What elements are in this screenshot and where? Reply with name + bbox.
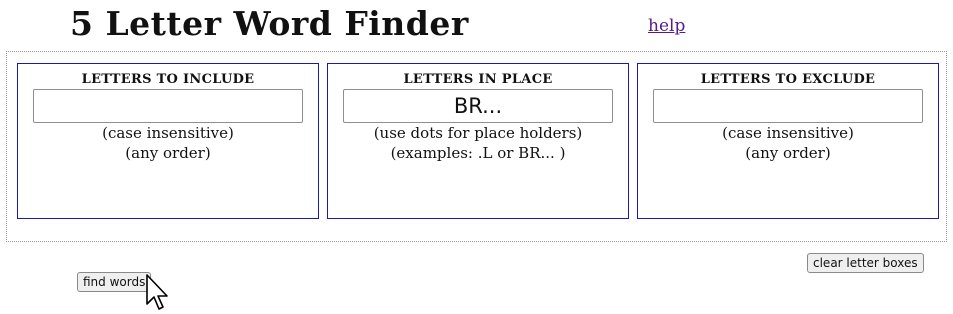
include-heading: LETTERS TO INCLUDE	[81, 72, 255, 87]
in-place-panel: LETTERS IN PLACE (use dots for place hol…	[327, 63, 629, 219]
mouse-pointer-icon	[146, 274, 168, 310]
find-words-button[interactable]: find words	[77, 272, 152, 292]
in-place-letters-input[interactable]	[343, 89, 613, 123]
in-place-note-dots: (use dots for place holders)	[373, 124, 583, 142]
page-title: 5 Letter Word Finder	[70, 4, 469, 43]
exclude-panel: LETTERS TO EXCLUDE (case insensitive) (a…	[637, 63, 939, 219]
exclude-heading: LETTERS TO EXCLUDE	[700, 72, 876, 87]
include-note-order: (any order)	[125, 144, 211, 162]
in-place-note-examples: (examples: .L or BR... )	[390, 144, 566, 162]
include-note-case: (case insensitive)	[102, 124, 234, 142]
help-link[interactable]: help	[648, 16, 685, 36]
in-place-heading: LETTERS IN PLACE	[403, 72, 553, 87]
exclude-letters-input[interactable]	[653, 89, 923, 123]
include-panel: LETTERS TO INCLUDE (case insensitive) (a…	[17, 63, 319, 219]
exclude-note-case: (case insensitive)	[722, 124, 854, 142]
exclude-note-order: (any order)	[745, 144, 831, 162]
include-letters-input[interactable]	[33, 89, 303, 123]
clear-letter-boxes-button[interactable]: clear letter boxes	[807, 253, 924, 273]
